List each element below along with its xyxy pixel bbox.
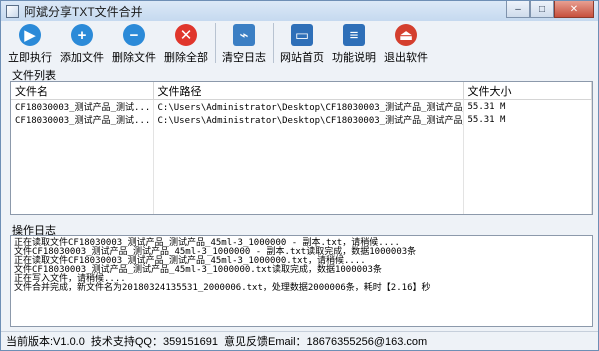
- column-header-path[interactable]: 文件路径: [153, 82, 464, 100]
- toolbar-button-label: 删除文件: [112, 52, 156, 64]
- minus-icon: −: [123, 24, 145, 46]
- close-button[interactable]: ✕: [554, 1, 594, 18]
- log-output[interactable]: 正在读取文件CF18030003_测试产品_测试产品_45ml-3_100000…: [10, 235, 593, 327]
- exit-button[interactable]: ⏏ 退出软件: [382, 23, 430, 66]
- plus-icon: +: [71, 24, 93, 46]
- close-icon: ✕: [569, 3, 579, 15]
- toolbar-button-label: 退出软件: [384, 52, 428, 64]
- broom-icon: ⌁: [233, 24, 255, 46]
- file-name-cell: CF18030003_测试产品_测试...: [11, 99, 154, 113]
- close-circle-icon: ✕: [175, 24, 197, 46]
- website-home-button[interactable]: ▭ 网站首页: [278, 23, 326, 66]
- remove-file-button[interactable]: − 删除文件: [110, 23, 158, 66]
- toolbar-separator: [273, 23, 274, 63]
- minimize-icon: –: [515, 3, 521, 15]
- play-icon: ▶: [19, 24, 41, 46]
- file-list-header: 文件名 文件路径 文件大小: [11, 82, 592, 100]
- file-size-cell: 55.31 M: [463, 99, 592, 113]
- title-bar[interactable]: 阿斌分享TXT文件合并 – □ ✕: [1, 1, 598, 21]
- remove-all-button[interactable]: ✕ 删除全部: [162, 23, 210, 66]
- feedback-email-text: 意见反馈Email：18676355256@163.com: [224, 336, 428, 348]
- support-qq-text: 技术支持QQ：359151691: [90, 336, 219, 348]
- toolbar-button-label: 立即执行: [8, 52, 52, 64]
- document-icon: ≡: [343, 24, 365, 46]
- column-header-size[interactable]: 文件大小: [463, 82, 592, 100]
- toolbar: ▶ 立即执行 + 添加文件 − 删除文件 ✕ 删除全部 ⌁ 清空日志 ▭ 网站首页 ≡ 功能说明 ⏏ 退出软件: [6, 23, 596, 67]
- empty-row-area: [11, 126, 592, 214]
- maximize-icon: □: [538, 3, 546, 15]
- toolbar-button-label: 网站首页: [280, 52, 324, 64]
- file-name-cell: CF18030003_测试产品_测试...: [11, 113, 154, 126]
- add-file-button[interactable]: + 添加文件: [58, 23, 106, 66]
- window-title: 阿斌分享TXT文件合并: [24, 4, 143, 19]
- table-row[interactable]: CF18030003_测试产品_测试... C:\Users\Administr…: [11, 113, 592, 126]
- log-line: 文件合并完成，新文件名为20180324135531_2000006.txt，处…: [14, 283, 431, 293]
- toolbar-button-label: 功能说明: [332, 52, 376, 64]
- toolbar-separator: [215, 23, 216, 63]
- toolbar-button-label: 清空日志: [222, 52, 266, 64]
- help-button[interactable]: ≡ 功能说明: [330, 23, 378, 66]
- file-path-cell: C:\Users\Administrator\Desktop\CF1803000…: [153, 113, 464, 126]
- column-header-filename[interactable]: 文件名: [11, 82, 154, 100]
- version-text: 当前版本:V1.0.0: [6, 336, 85, 348]
- toolbar-button-label: 添加文件: [60, 52, 104, 64]
- file-list[interactable]: 文件名 文件路径 文件大小 CF18030003_测试产品_测试... C:\U…: [10, 81, 593, 215]
- file-path-cell: C:\Users\Administrator\Desktop\CF1803000…: [153, 99, 464, 113]
- maximize-button[interactable]: □: [530, 1, 554, 18]
- toolbar-button-label: 删除全部: [164, 52, 208, 64]
- clear-log-button[interactable]: ⌁ 清空日志: [220, 23, 268, 66]
- monitor-icon: ▭: [291, 24, 313, 46]
- minimize-button[interactable]: –: [506, 1, 530, 18]
- status-bar: 当前版本:V1.0.0 技术支持QQ：359151691 意见反馈Email：1…: [1, 331, 598, 350]
- table-row[interactable]: CF18030003_测试产品_测试... C:\Users\Administr…: [11, 99, 592, 113]
- app-window: 阿斌分享TXT文件合并 – □ ✕ ▶ 立即执行 + 添加文件 − 删除文件 ✕ 删除全部 ⌁ 清…: [0, 0, 599, 351]
- app-icon: [6, 4, 19, 18]
- execute-button[interactable]: ▶ 立即执行: [6, 23, 54, 66]
- file-size-cell: 55.31 M: [463, 113, 592, 126]
- exit-icon: ⏏: [395, 24, 417, 46]
